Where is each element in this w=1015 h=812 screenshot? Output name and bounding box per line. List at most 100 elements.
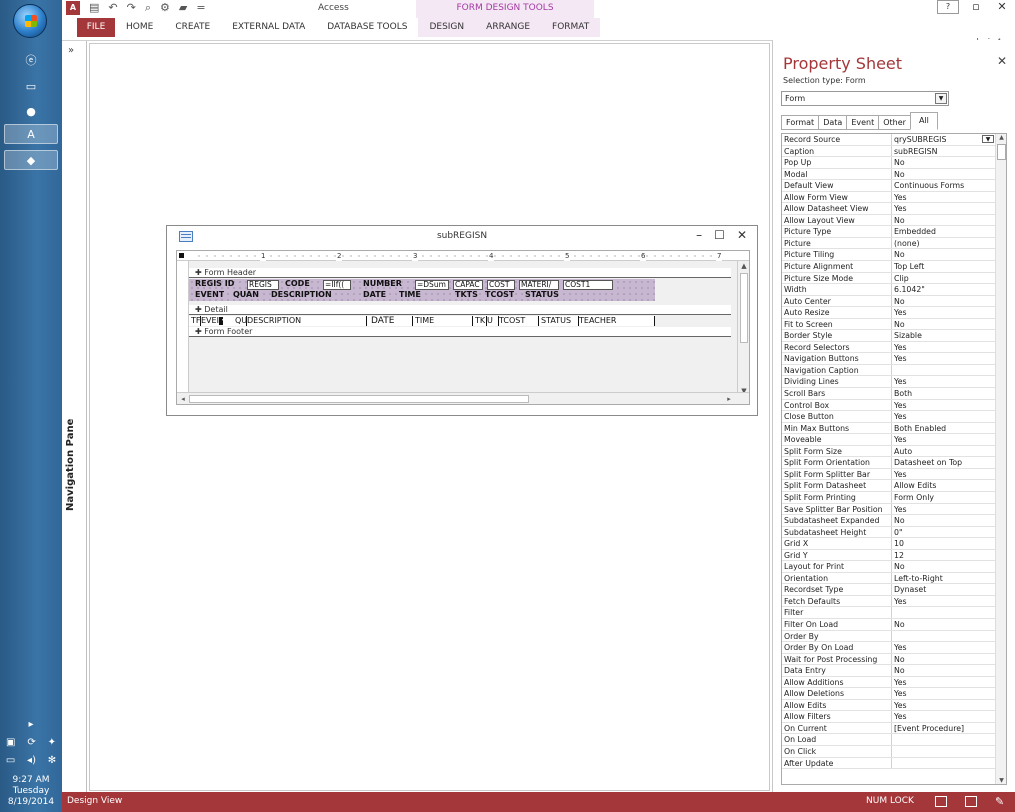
detail-bar[interactable]: ✚ Detail — [189, 305, 731, 315]
property-row[interactable]: Dividing Lines Yes — [782, 376, 1006, 389]
form-vertical-scrollbar[interactable]: ▲ ▼ — [737, 261, 749, 396]
tray-expand-icon[interactable]: ▸ — [0, 715, 62, 733]
header-label[interactable]: EVENT — [195, 290, 224, 300]
property-row[interactable]: On Current [Event Procedure] — [782, 722, 1006, 735]
tray-app-icon[interactable]: ✦ — [48, 737, 56, 748]
detail-textbox[interactable]: TCOST — [499, 316, 539, 326]
property-row[interactable]: Picture Size Mode Clip — [782, 272, 1006, 285]
property-row[interactable]: Split Form Size Auto — [782, 445, 1006, 458]
property-row[interactable]: Filter On Load No — [782, 618, 1006, 631]
property-value[interactable]: Yes — [892, 700, 1006, 711]
property-value[interactable]: Yes — [892, 376, 1006, 387]
property-value[interactable]: Yes — [892, 353, 1006, 364]
header-label[interactable]: STATUS — [525, 290, 559, 300]
property-value[interactable] — [892, 746, 1006, 757]
detail-textbox[interactable]: TIME — [415, 316, 473, 326]
tab-format-props[interactable]: Format — [781, 115, 819, 130]
property-row[interactable]: Recordset Type Dynaset — [782, 584, 1006, 596]
property-value[interactable]: Yes — [892, 307, 1006, 318]
tab-other-props[interactable]: Other — [878, 115, 910, 130]
property-row[interactable]: Default View Continuous Forms — [782, 180, 1006, 192]
header-label[interactable]: TCOST — [485, 290, 514, 300]
system-clock[interactable]: 9:27 AM Tuesday 8/19/2014 — [0, 775, 62, 808]
tab-file[interactable]: FILE — [77, 18, 115, 37]
property-row[interactable]: Allow Deletions Yes — [782, 688, 1006, 700]
property-row[interactable]: Scroll Bars Both — [782, 388, 1006, 400]
property-row[interactable]: Record Selectors Yes — [782, 341, 1006, 354]
tab-all-props[interactable]: All — [909, 112, 938, 130]
property-value[interactable] — [892, 607, 1006, 618]
horizontal-ruler[interactable]: 1 2 3 4 5 6 7 — [177, 251, 749, 261]
property-value[interactable]: No — [892, 319, 1006, 330]
property-row[interactable]: Split Form Orientation Datasheet on Top — [782, 457, 1006, 469]
customize-qat-icon[interactable]: = — [196, 1, 205, 15]
scroll-thumb[interactable] — [997, 144, 1006, 160]
property-row[interactable]: Record SourceqrySUBREGIS▼… — [782, 134, 1006, 146]
form-designer[interactable]: 1 2 3 4 5 6 7 ✚ Form Header REGIS ID REG… — [176, 250, 750, 405]
property-row[interactable]: Order By On Load Yes — [782, 642, 1006, 654]
property-row[interactable]: Grid Y 12 — [782, 549, 1006, 562]
property-row[interactable]: Picture Type Embedded — [782, 226, 1006, 238]
property-value[interactable]: Yes — [892, 469, 1006, 480]
property-row[interactable]: Split Form Splitter Bar Yes — [782, 468, 1006, 481]
property-value[interactable]: No — [892, 515, 1006, 526]
tab-format[interactable]: FORMAT — [541, 18, 601, 37]
object-selector[interactable]: Form ▼ — [781, 91, 949, 106]
property-value[interactable]: Yes — [892, 342, 1006, 353]
header-textbox[interactable]: MATERI/ — [519, 280, 559, 290]
property-value[interactable] — [892, 631, 1006, 642]
property-value[interactable]: Auto — [892, 446, 1006, 457]
detail-textbox[interactable]: QU — [235, 316, 247, 326]
property-row[interactable]: Control Box Yes — [782, 399, 1006, 412]
property-value[interactable]: Yes — [892, 596, 1006, 607]
header-label[interactable]: CODE — [285, 279, 310, 289]
firefox-icon[interactable]: ● — [4, 101, 58, 121]
property-row[interactable]: Border Style Sizable — [782, 330, 1006, 342]
property-row[interactable]: Fetch Defaults Yes — [782, 595, 1006, 608]
form-header-section[interactable]: REGIS ID REGIS CODE =IIf(( NUMBER =DSum … — [189, 279, 655, 301]
property-value[interactable]: Form Only — [892, 492, 1006, 503]
datasheet-view-icon[interactable] — [965, 796, 977, 807]
property-value[interactable]: Yes — [892, 411, 1006, 422]
vertical-ruler[interactable] — [177, 261, 189, 396]
property-value[interactable]: 0" — [892, 527, 1006, 538]
detail-textbox[interactable]: DESCRIPTION — [247, 316, 367, 326]
help-button[interactable]: ? — [937, 0, 959, 14]
property-value[interactable]: Both Enabled — [892, 423, 1006, 434]
print-preview-icon[interactable]: ⌕ — [145, 1, 151, 15]
property-row[interactable]: Pop Up No — [782, 157, 1006, 169]
header-textbox[interactable]: COST — [487, 280, 515, 290]
property-row[interactable]: Picture Alignment Top Left — [782, 261, 1006, 273]
detail-section[interactable]: TF EVEI▾ QU DESCRIPTION DATE TIME TK U T… — [189, 316, 655, 326]
property-row[interactable]: Fit to Screen No — [782, 318, 1006, 331]
design-view-icon[interactable]: ✎ — [995, 796, 1007, 807]
property-row[interactable]: Picture Tiling No — [782, 249, 1006, 262]
tab-arrange[interactable]: ARRANGE — [475, 18, 542, 37]
header-label[interactable]: REGIS ID — [195, 279, 234, 289]
property-row[interactable]: Allow Datasheet View Yes — [782, 203, 1006, 215]
detail-textbox[interactable]: DATE — [371, 316, 413, 326]
property-value[interactable]: No — [892, 157, 1006, 168]
form-horizontal-scrollbar[interactable]: ◂ ▸ — [177, 392, 749, 404]
detail-textbox[interactable]: TF — [191, 316, 201, 326]
detail-textbox[interactable]: STATUS — [541, 316, 579, 326]
detail-textbox[interactable]: TEACHER — [579, 316, 655, 326]
property-value[interactable]: Both — [892, 388, 1006, 399]
tab-external-data[interactable]: EXTERNAL DATA — [221, 18, 316, 37]
property-value[interactable]: Yes — [892, 677, 1006, 688]
property-row[interactable]: Navigation Buttons Yes — [782, 353, 1006, 365]
undo-icon[interactable]: ↶ — [108, 1, 117, 15]
property-value[interactable]: Sizable — [892, 330, 1006, 341]
property-row[interactable]: Subdatasheet Expanded No — [782, 515, 1006, 527]
detail-textbox[interactable]: TK — [475, 316, 487, 326]
property-value[interactable]: No — [892, 619, 1006, 630]
header-textbox[interactable]: =IIf(( — [323, 280, 351, 290]
volume-icon[interactable]: ◂) — [27, 755, 36, 766]
refresh-icon[interactable]: ⟳ — [27, 737, 35, 748]
property-value[interactable]: qrySUBREGIS▼… — [892, 134, 1006, 145]
header-label[interactable]: DATE — [363, 290, 386, 300]
property-value[interactable]: No — [892, 654, 1006, 665]
property-value[interactable]: 12 — [892, 550, 1006, 561]
property-value[interactable] — [892, 365, 1006, 376]
close-icon[interactable]: ✕ — [993, 0, 1011, 14]
